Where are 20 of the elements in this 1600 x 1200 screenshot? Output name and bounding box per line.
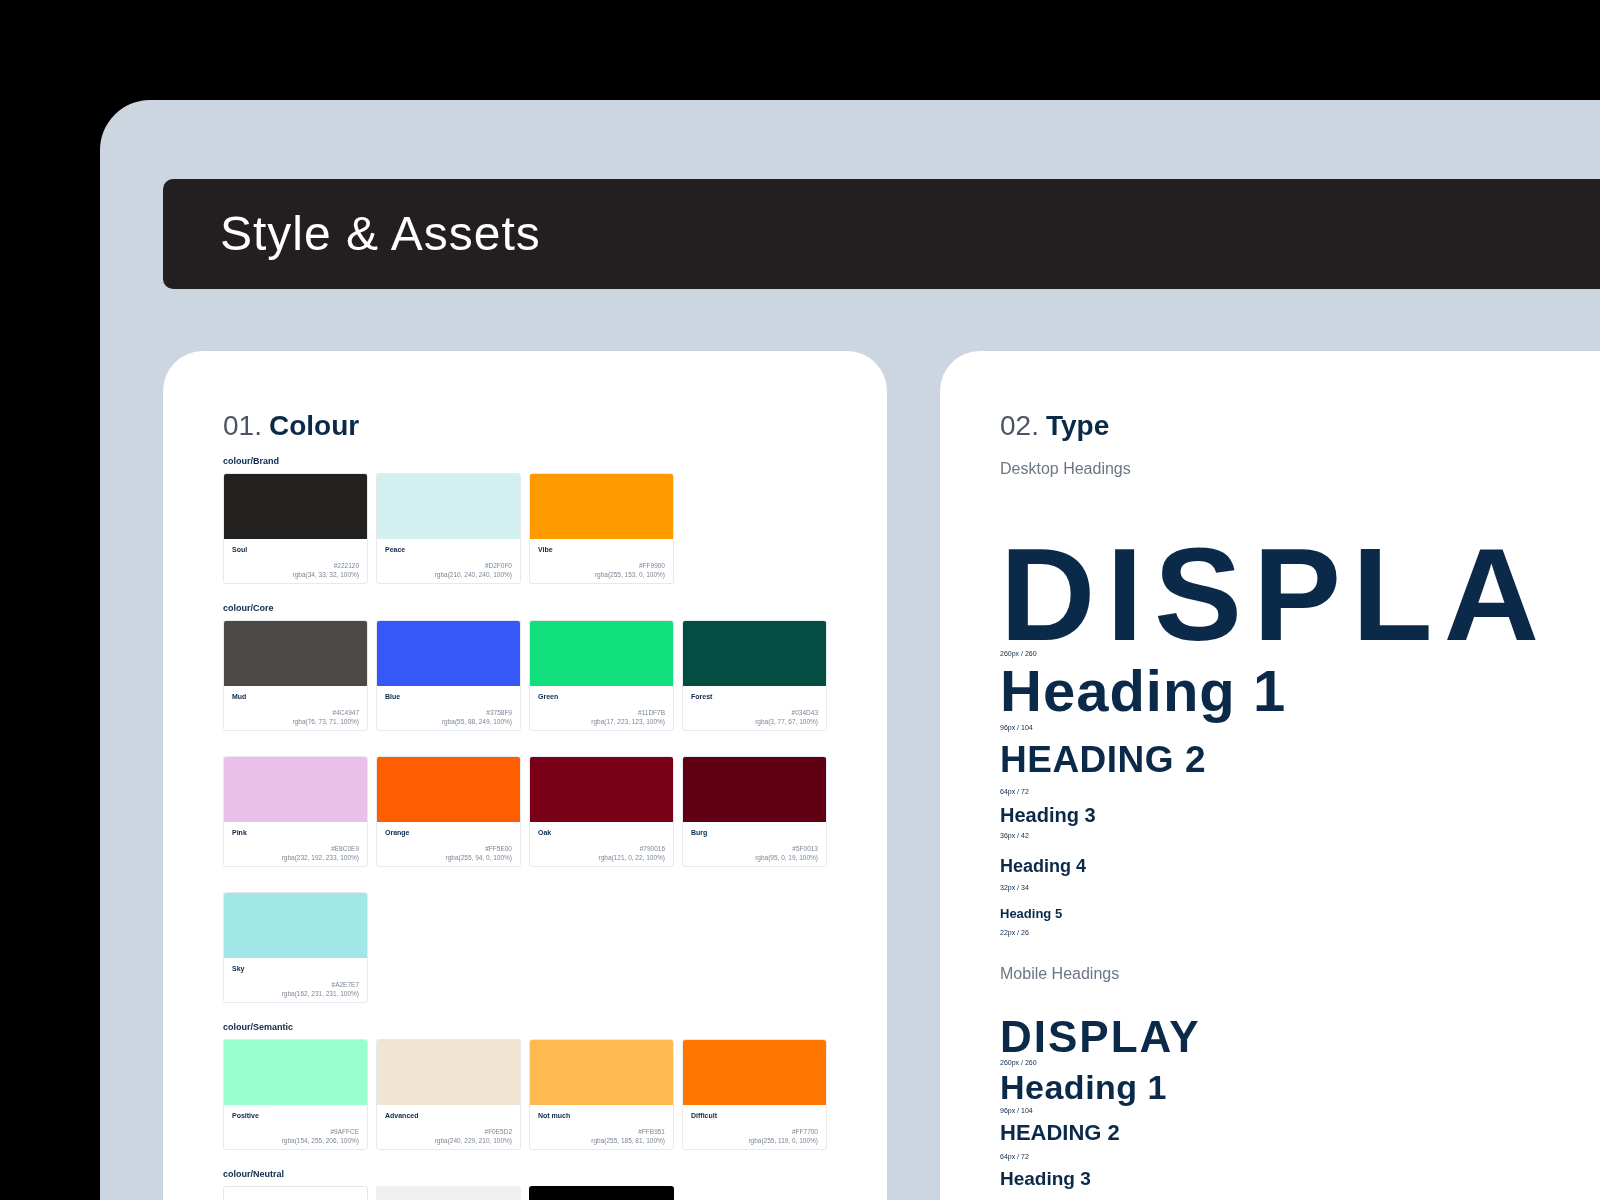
section-title: Colour <box>268 409 360 443</box>
colour-group-label: colour/Core <box>223 602 275 614</box>
type-group-label: Mobile Headings <box>1000 964 1121 984</box>
type-sample: Heading 1 <box>1000 659 1287 723</box>
type-sample: Heading 3 <box>1000 1168 1091 1190</box>
type-sample: Heading 3 <box>1000 805 1096 825</box>
type-sample: HEADING 2 <box>1000 743 1206 777</box>
colour-group-label: colour/Neutral <box>223 1168 285 1180</box>
section-title: Type <box>1045 409 1110 443</box>
type-sample: DISPLAY <box>1000 1018 1201 1056</box>
section-number: 02. <box>1000 409 1039 443</box>
type-group-label: Desktop Headings <box>1000 459 1132 479</box>
type-sample: Heading 4 <box>1000 857 1087 875</box>
page-title: Style & Assets <box>220 206 541 262</box>
type-sample: Heading 5 <box>1000 907 1063 920</box>
colour-group-label: colour/Brand <box>223 455 280 467</box>
colour-group-label: colour/Semantic <box>223 1021 295 1033</box>
type-sample: HEADING 2 <box>1000 1122 1120 1144</box>
type-sample: DISPLA <box>1000 545 1551 645</box>
section-number: 01. <box>223 409 262 443</box>
